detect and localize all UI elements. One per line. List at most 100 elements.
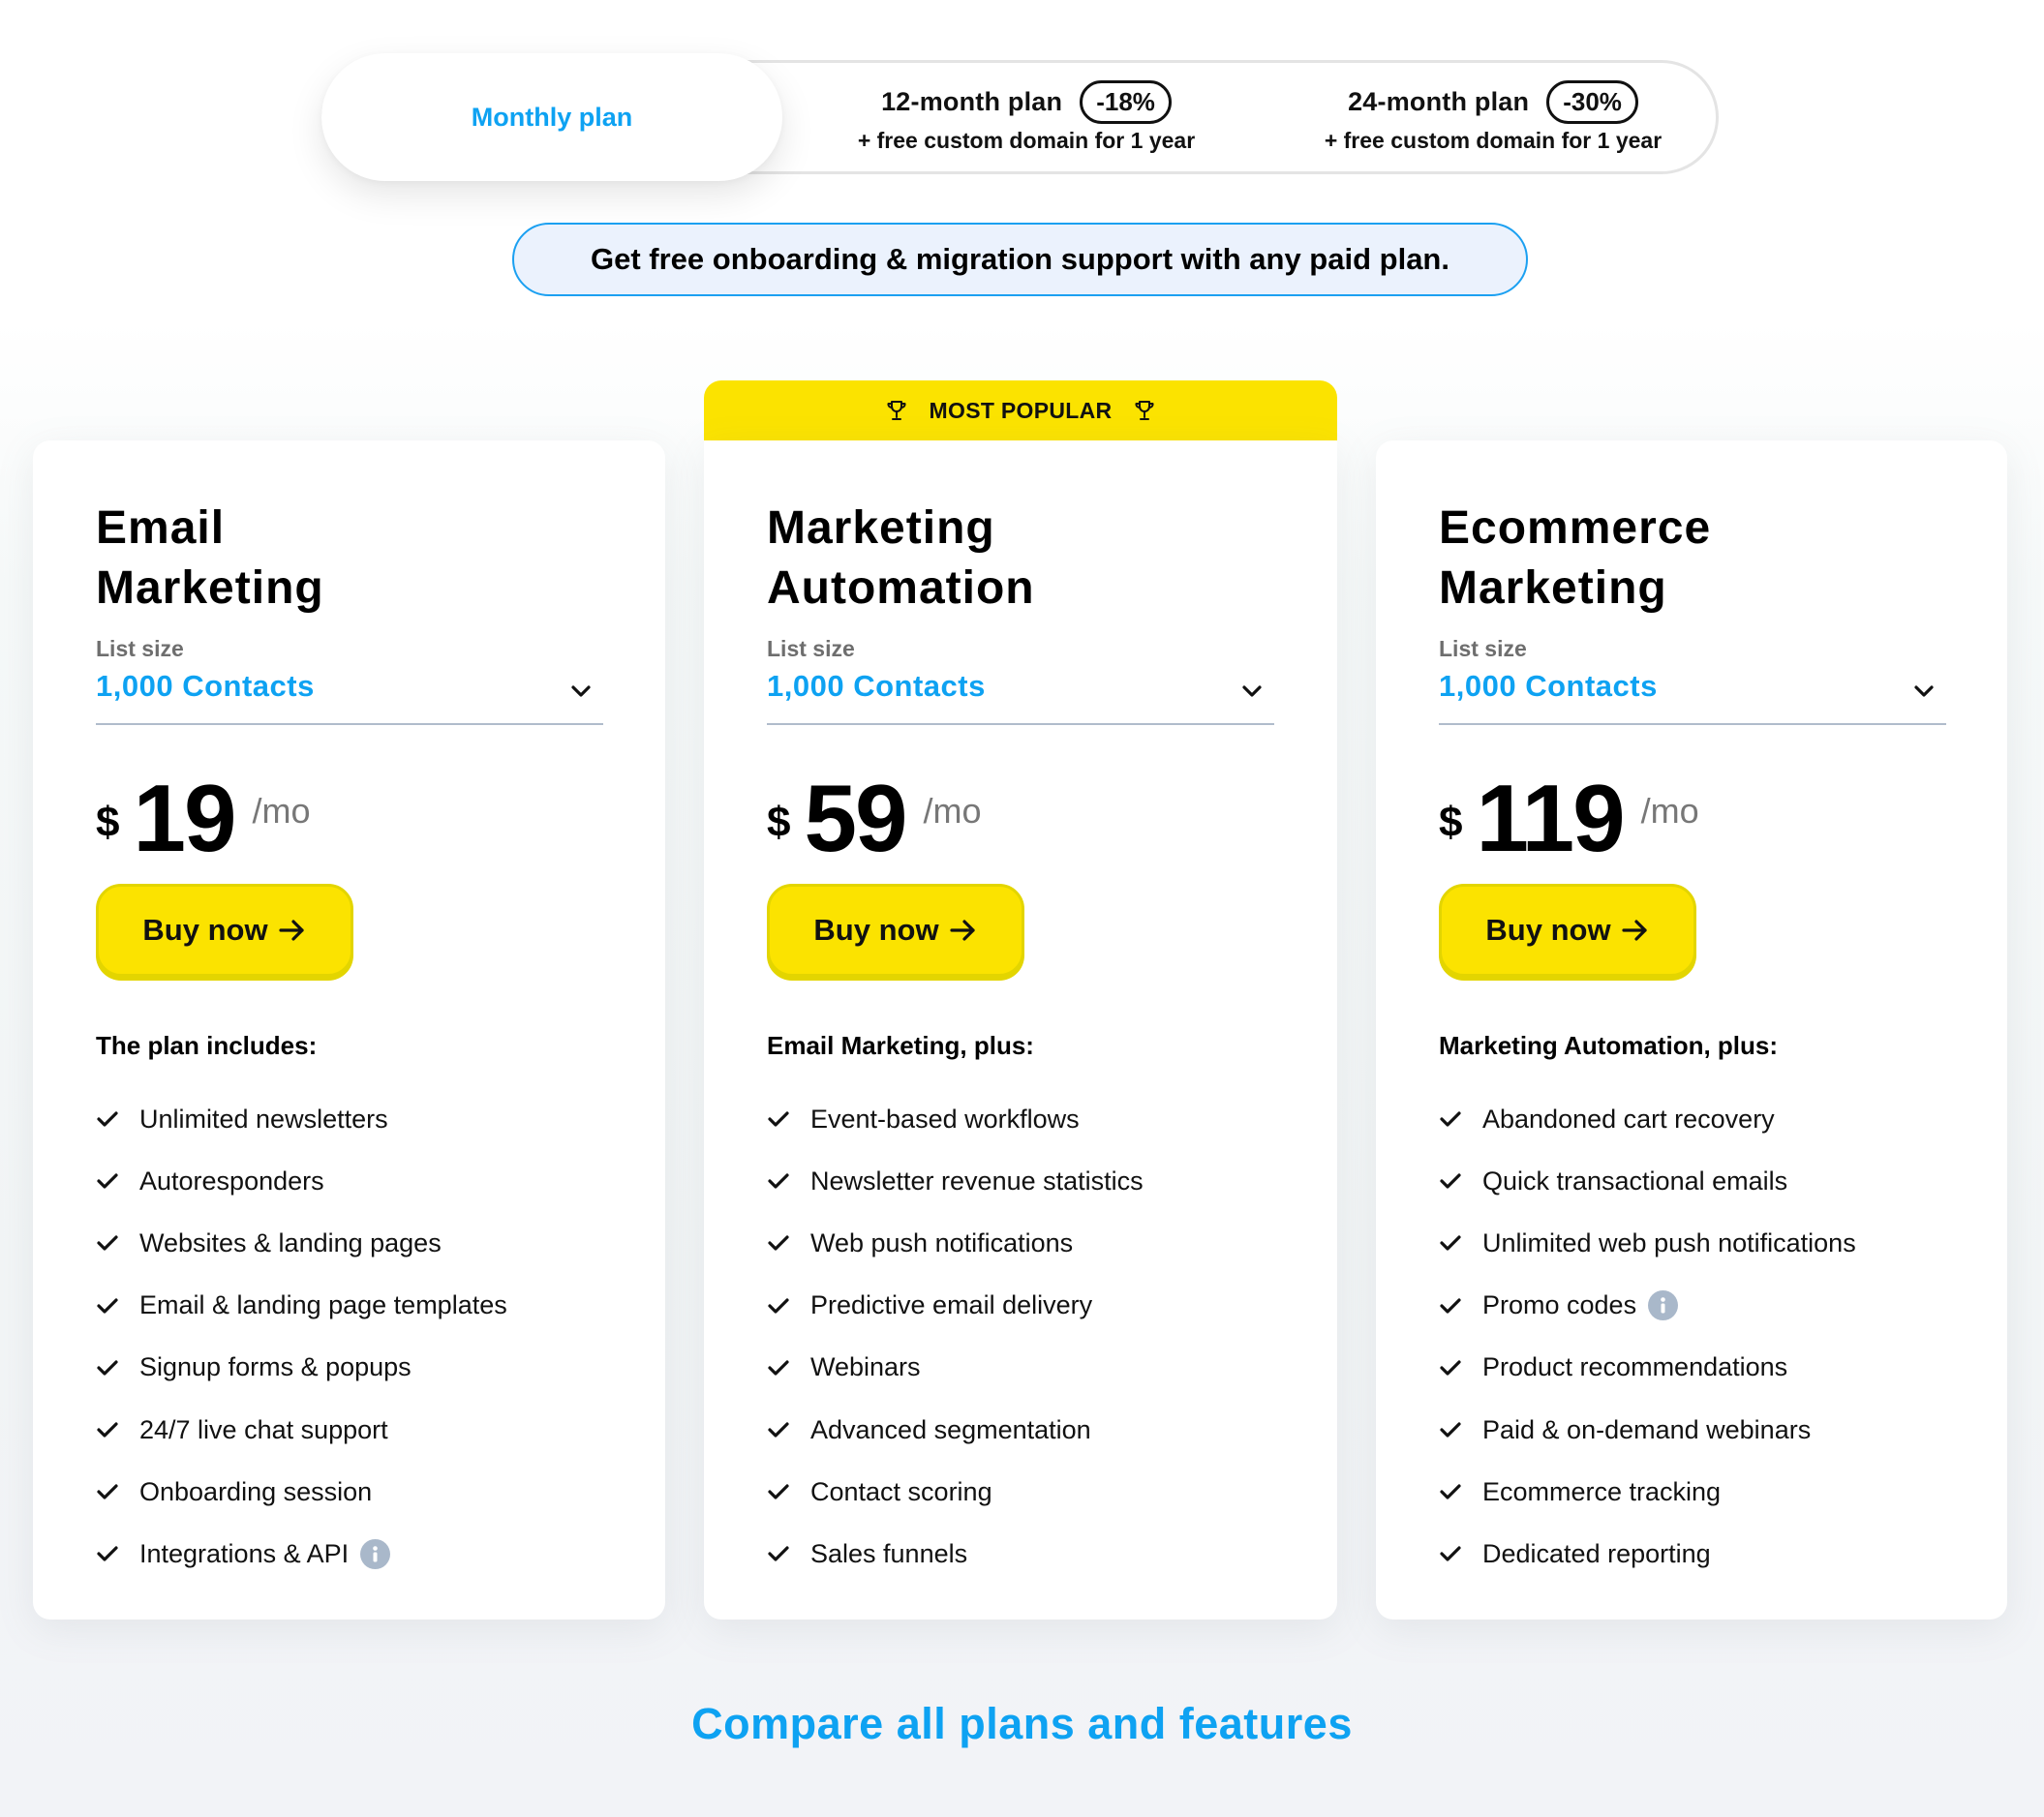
discount-badge: -18% xyxy=(1080,80,1172,124)
feature-item: Ecommerce tracking xyxy=(1439,1461,1856,1523)
arrow-right-icon xyxy=(949,920,975,941)
price-currency: $ xyxy=(96,799,120,846)
feature-text: Promo codes xyxy=(1482,1290,1637,1320)
buy-now-button[interactable]: Buy now xyxy=(767,884,1024,977)
price-period: /mo xyxy=(1640,791,1699,831)
option-label: 24-month plan xyxy=(1348,87,1530,116)
feature-text: Websites & landing pages xyxy=(139,1227,442,1257)
plan-card-2: Marketing Automation List size 1,000 Con… xyxy=(704,440,1337,1620)
check-icon xyxy=(768,1422,789,1438)
most-popular-label: MOST POPULAR xyxy=(929,397,1113,423)
compare-plans-link[interactable]: Compare all plans and features xyxy=(0,1699,2044,1749)
price-amount: 59 xyxy=(804,765,907,871)
feature-text: Quick transactional emails xyxy=(1482,1166,1788,1196)
feature-text: Signup forms & popups xyxy=(139,1352,412,1382)
feature-item: Autoresponders xyxy=(96,1150,507,1212)
check-icon xyxy=(97,1235,118,1252)
check-icon xyxy=(1440,1111,1461,1127)
check-icon xyxy=(768,1360,789,1376)
list-size-value: 1,000 Contacts xyxy=(767,669,986,703)
feature-text: Ecommerce tracking xyxy=(1482,1476,1722,1506)
plan-price: $ 19 /mo xyxy=(96,770,311,866)
check-icon xyxy=(1440,1360,1461,1376)
feature-item: 24/7 live chat support xyxy=(96,1399,507,1461)
price-period: /mo xyxy=(252,791,311,831)
plan-title-line: Marketing xyxy=(767,502,995,554)
arrow-right-icon xyxy=(278,920,304,941)
plan-title: Marketing Automation xyxy=(767,499,1270,619)
feature-text: Sales funnels xyxy=(810,1538,968,1568)
plan-title: Ecommerce Marketing xyxy=(1439,499,1942,619)
check-icon xyxy=(1440,1173,1461,1189)
feature-item: Product recommendations xyxy=(1439,1337,1856,1399)
check-icon xyxy=(1440,1422,1461,1438)
feature-item: Newsletter revenue statistics xyxy=(767,1150,1144,1212)
feature-text: Web push notifications xyxy=(810,1227,1074,1257)
list-size-dropdown[interactable]: 1,000 Contacts xyxy=(1439,669,1946,725)
plan-title-line: Marketing xyxy=(96,562,324,614)
buy-now-label: Buy now xyxy=(142,913,268,947)
check-icon xyxy=(97,1298,118,1314)
check-icon xyxy=(768,1111,789,1127)
feature-text: Integrations & API xyxy=(139,1538,350,1568)
feature-item: Dedicated reporting xyxy=(1439,1523,1856,1585)
list-size-label: List size xyxy=(96,636,184,661)
feature-item: Predictive email delivery xyxy=(767,1275,1144,1337)
feature-item: Advanced segmentation xyxy=(767,1399,1144,1461)
feature-item: Signup forms & popups xyxy=(96,1337,507,1399)
info-icon[interactable] xyxy=(1648,1290,1679,1321)
plan-title: Email Marketing xyxy=(96,499,599,619)
plan-price: $ 59 /mo xyxy=(767,770,982,866)
feature-text: Product recommendations xyxy=(1482,1352,1788,1382)
feature-item: Unlimited newsletters xyxy=(96,1088,507,1150)
plan-includes-title: Marketing Automation, plus: xyxy=(1439,1031,1779,1060)
check-icon xyxy=(97,1111,118,1127)
list-size-dropdown[interactable]: 1,000 Contacts xyxy=(96,669,603,725)
check-icon xyxy=(97,1546,118,1562)
check-icon xyxy=(768,1546,789,1562)
feature-text: Paid & on-demand webinars xyxy=(1482,1414,1812,1444)
feature-item: Paid & on-demand webinars xyxy=(1439,1399,1856,1461)
feature-item: Onboarding session xyxy=(96,1461,507,1523)
feature-item: Web push notifications xyxy=(767,1212,1144,1274)
feature-text: Contact scoring xyxy=(810,1476,992,1506)
plan-card-3: Ecommerce Marketing List size 1,000 Cont… xyxy=(1376,440,2007,1620)
toggle-option-monthly[interactable]: Monthly plan xyxy=(321,53,782,181)
list-size-dropdown[interactable]: 1,000 Contacts xyxy=(767,669,1274,725)
feature-item: Quick transactional emails xyxy=(1439,1150,1856,1212)
check-icon xyxy=(1440,1484,1461,1499)
buy-now-button[interactable]: Buy now xyxy=(1439,884,1696,977)
price-amount: 119 xyxy=(1476,765,1625,871)
list-size-label: List size xyxy=(767,636,855,661)
check-icon xyxy=(97,1173,118,1189)
plan-title-line: Automation xyxy=(767,562,1035,614)
price-period: /mo xyxy=(923,791,982,831)
feature-text: Newsletter revenue statistics xyxy=(810,1166,1144,1196)
feature-text: Onboarding session xyxy=(139,1476,373,1506)
feature-text: Advanced segmentation xyxy=(810,1414,1091,1444)
info-icon[interactable] xyxy=(360,1538,391,1569)
discount-badge: -30% xyxy=(1546,80,1638,124)
buy-now-label: Buy now xyxy=(1485,913,1611,947)
feature-text: Unlimited web push notifications xyxy=(1482,1227,1856,1257)
option-perk: + free custom domain for 1 year xyxy=(1324,128,1663,153)
chevron-down-icon xyxy=(1914,685,1934,697)
toggle-option-24-month[interactable]: 24-month plan -30% + free custom domain … xyxy=(1290,62,1696,172)
feature-list: Event-based workflows Newsletter revenue … xyxy=(767,1088,1144,1586)
arrow-right-icon xyxy=(1621,920,1647,941)
option-perk: + free custom domain for 1 year xyxy=(857,128,1196,153)
feature-text: Unlimited newsletters xyxy=(139,1104,388,1134)
feature-text: Abandoned cart recovery xyxy=(1482,1104,1775,1134)
onboarding-banner: Get free onboarding & migration support … xyxy=(512,223,1528,296)
check-icon xyxy=(768,1298,789,1314)
check-icon xyxy=(768,1173,789,1189)
plan-title-line: Marketing xyxy=(1439,562,1667,614)
plan-price: $ 119 /mo xyxy=(1439,770,1699,866)
feature-text: Predictive email delivery xyxy=(810,1290,1093,1320)
check-icon xyxy=(97,1360,118,1376)
feature-item: Integrations & API xyxy=(96,1523,507,1585)
chevron-down-icon xyxy=(1242,685,1262,697)
toggle-option-12-month[interactable]: 12-month plan -18% + free custom domain … xyxy=(823,62,1230,172)
feature-item: Email & landing page templates xyxy=(96,1275,507,1337)
buy-now-button[interactable]: Buy now xyxy=(96,884,353,977)
